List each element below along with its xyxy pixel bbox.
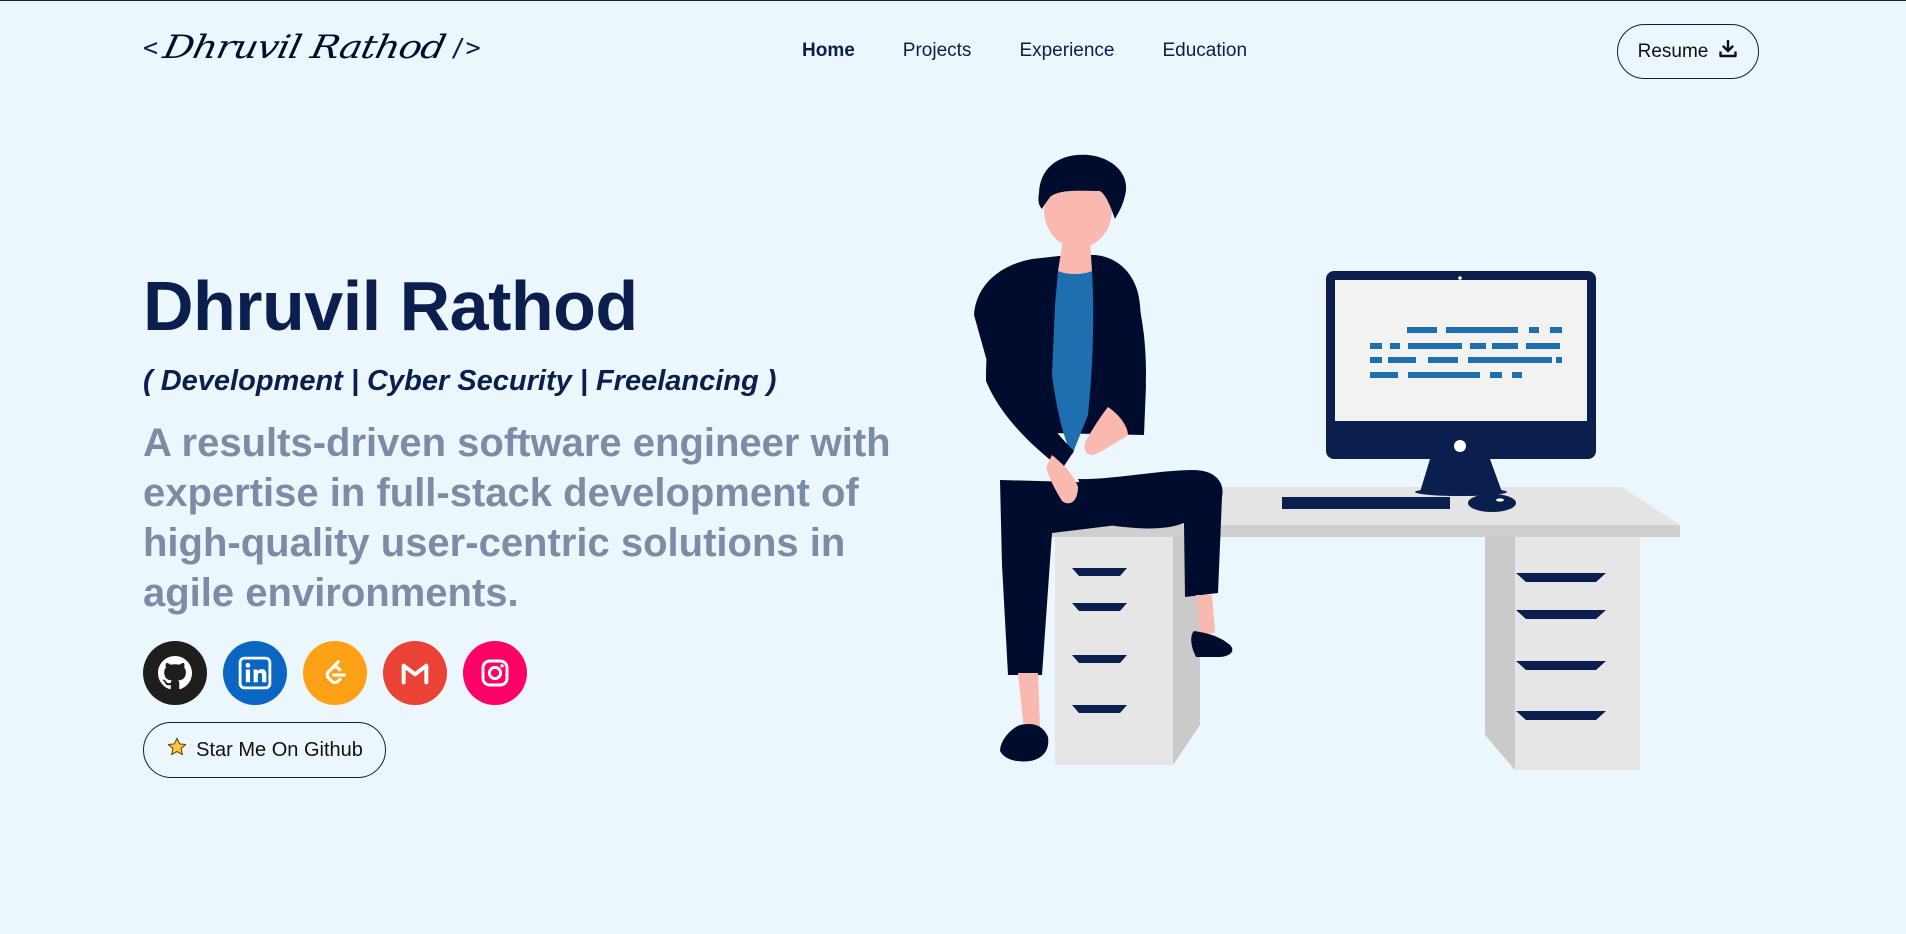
logo-signature: Dhruvil Rathod bbox=[160, 28, 449, 66]
linkedin-link[interactable] bbox=[223, 641, 287, 705]
leetcode-icon bbox=[325, 660, 346, 685]
developer-desk-illustration bbox=[974, 154, 1680, 770]
instagram-icon bbox=[481, 659, 509, 687]
star-button-label: Star Me On Github bbox=[196, 738, 363, 761]
site-logo[interactable]: < Dhruvil Rathod /> bbox=[143, 28, 481, 66]
logo-open-bracket: < bbox=[143, 32, 159, 62]
gmail-icon bbox=[401, 663, 429, 685]
leetcode-link[interactable] bbox=[303, 641, 367, 705]
hero-subtitle: ( Development | Cyber Security | Freelan… bbox=[143, 365, 777, 397]
gmail-link[interactable] bbox=[383, 641, 447, 705]
resume-label: Resume bbox=[1637, 40, 1709, 62]
download-icon bbox=[1718, 39, 1738, 65]
star-github-button[interactable]: Star Me On Github bbox=[143, 722, 386, 778]
logo-close-bracket: /> bbox=[450, 32, 481, 62]
hero-name: Dhruvil Rathod bbox=[143, 267, 638, 345]
github-link[interactable] bbox=[143, 641, 207, 705]
top-border bbox=[0, 0, 1906, 1]
nav-home[interactable]: Home bbox=[802, 40, 855, 62]
main-nav: Home Projects Experience Education bbox=[802, 40, 1247, 62]
nav-experience[interactable]: Experience bbox=[1019, 40, 1114, 62]
hero-description: A results-driven software engineer with … bbox=[143, 421, 891, 615]
social-links bbox=[143, 641, 527, 705]
star-icon bbox=[166, 736, 188, 764]
nav-projects[interactable]: Projects bbox=[903, 40, 972, 62]
resume-button[interactable]: Resume bbox=[1617, 24, 1759, 79]
instagram-link[interactable] bbox=[463, 641, 527, 705]
nav-education[interactable]: Education bbox=[1163, 40, 1248, 62]
linkedin-icon bbox=[238, 656, 272, 690]
github-icon bbox=[158, 656, 192, 690]
